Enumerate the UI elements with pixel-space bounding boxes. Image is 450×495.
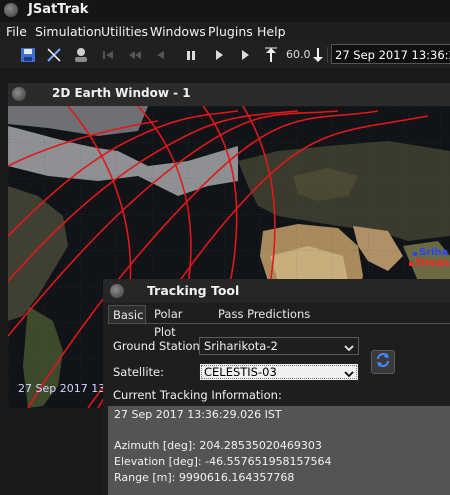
satellite-select[interactable]: CELESTIS-03 [199, 363, 359, 381]
ground-station-label-sriharikota: Sriha [419, 247, 449, 258]
pause-icon[interactable] [182, 46, 200, 64]
satellite-label: Satellite: [113, 365, 164, 379]
earth-window-title: 2D Earth Window - 1 [52, 86, 191, 100]
refresh-icon [375, 352, 391, 372]
decrease-step-icon[interactable] [309, 46, 327, 64]
tracking-info-panel: 27 Sep 2017 13:36:29.026 IST Azimuth [de… [108, 406, 450, 495]
date-time-field[interactable]: 27 Sep 2017 13:36:29.026 [331, 44, 450, 64]
menu-plugins[interactable]: Plugins [208, 24, 253, 39]
refresh-button[interactable] [371, 350, 395, 374]
ground-station-label-trivandrum: Trivan [415, 258, 450, 269]
tracking-tool-window: Tracking Tool Basic Polar Plot Pass Pred… [103, 279, 450, 495]
step-forward-icon[interactable] [236, 46, 254, 64]
tab-polar-plot[interactable]: Polar Plot [150, 305, 210, 339]
menu-simulation[interactable]: Simulation [35, 24, 102, 39]
menu-help[interactable]: Help [257, 24, 286, 39]
increase-step-icon[interactable] [262, 46, 280, 64]
tracking-tool-title-bar[interactable]: Tracking Tool [103, 279, 450, 303]
info-header: Current Tracking Information: [113, 388, 282, 402]
app-title-bar: JSatTrak [0, 0, 450, 22]
info-elevation: Elevation [deg]: -46.557651958157564 [114, 455, 332, 468]
time-step-value: 60.0 [286, 48, 311, 61]
step-back-icon[interactable] [152, 46, 170, 64]
chevron-down-icon [344, 367, 354, 383]
menu-bar: File Simulation Utilities Windows Plugin… [0, 22, 450, 42]
ground-station-value: Sriharikota-2 [204, 339, 278, 353]
ground-station-select[interactable]: Sriharikota-2 [199, 337, 359, 355]
app-title: JSatTrak [28, 2, 89, 17]
earth-window-title-bar[interactable]: 2D Earth Window - 1 [8, 83, 450, 105]
save-icon[interactable] [19, 46, 37, 64]
ground-station-label: Ground Station: [113, 339, 204, 353]
rewind-icon[interactable] [126, 46, 144, 64]
menu-utilities[interactable]: Utilities [101, 24, 148, 39]
chevron-down-icon [344, 341, 354, 357]
window-logo-icon [110, 284, 124, 298]
menu-windows[interactable]: Windows [150, 24, 206, 39]
tracking-tool-title: Tracking Tool [147, 283, 240, 298]
skip-back-icon[interactable] [100, 46, 118, 64]
window-logo-icon [12, 87, 26, 101]
info-azimuth: Azimuth [deg]: 204.28535020469303 [114, 439, 322, 452]
info-time: 27 Sep 2017 13:36:29.026 IST [114, 408, 282, 421]
person-icon[interactable] [72, 46, 90, 64]
play-icon[interactable] [210, 46, 228, 64]
tab-basic[interactable]: Basic [108, 305, 146, 323]
satellite-icon[interactable] [45, 46, 63, 64]
app-logo-icon [4, 3, 18, 17]
satellite-value: CELESTIS-03 [204, 365, 277, 379]
info-range: Range [m]: 9990616.164357768 [114, 471, 295, 484]
tab-pass-predictions[interactable]: Pass Predictions [214, 305, 324, 323]
menu-file[interactable]: File [6, 24, 27, 39]
